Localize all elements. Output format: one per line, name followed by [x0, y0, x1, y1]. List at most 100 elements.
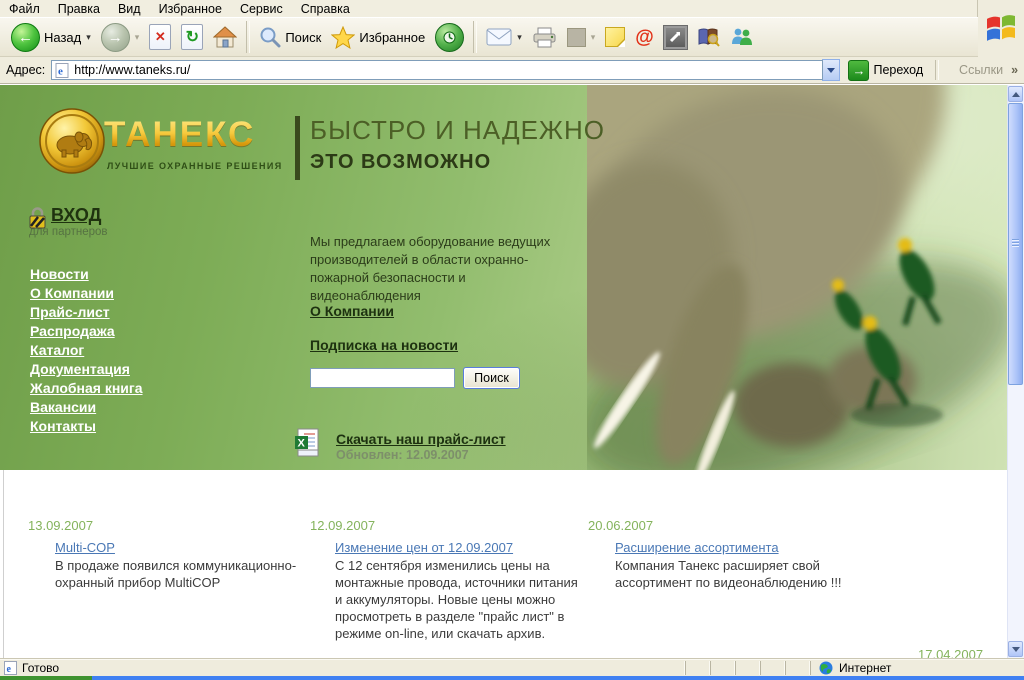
address-input[interactable]: e http://www.taneks.ru/	[51, 60, 823, 80]
print-button[interactable]	[527, 25, 562, 50]
svg-text:e: e	[58, 65, 63, 77]
history-button[interactable]	[430, 21, 469, 54]
edit-icon	[567, 28, 586, 47]
messenger-button[interactable]	[725, 25, 758, 49]
news-link-price-change[interactable]: Изменение цен от 12.09.2007	[335, 540, 513, 555]
scroll-down-button[interactable]	[1008, 641, 1023, 657]
at-sign-icon: @	[635, 28, 654, 47]
mail-icon	[486, 28, 512, 46]
nav-sale[interactable]: Распродажа	[30, 323, 143, 342]
ie-document-icon: e	[4, 661, 17, 675]
links-chevron-icon[interactable]: »	[1011, 63, 1018, 77]
printer-icon	[532, 27, 557, 48]
menu-help[interactable]: Справка	[292, 2, 359, 16]
news-link-assortment[interactable]: Расширение ассортимента	[615, 540, 779, 555]
status-cell	[710, 661, 735, 675]
news-link-multicop[interactable]: Multi-COP	[55, 540, 115, 555]
partner-login[interactable]: ВХОД для партнеров	[29, 205, 108, 238]
links-label[interactable]: Ссылки	[959, 63, 1003, 77]
home-button[interactable]	[208, 24, 242, 50]
status-zone-label: Интернет	[839, 661, 891, 675]
search-button[interactable]: Поиск	[254, 24, 326, 50]
nav-vacancies[interactable]: Вакансии	[30, 399, 143, 418]
nav-complaints[interactable]: Жалобная книга	[30, 380, 143, 399]
news-date: 12.09.2007	[310, 518, 375, 533]
book-magnifier-icon	[697, 27, 720, 47]
padlock-icon	[29, 207, 46, 230]
forward-button[interactable]: → ▾	[96, 21, 145, 54]
taskbar-edge-green	[0, 676, 92, 680]
status-bar: e Готово Интернет	[0, 658, 1024, 677]
login-link[interactable]: ВХОД	[51, 205, 101, 225]
notes-button[interactable]	[600, 25, 630, 49]
news-text: В продаже появился коммуникационно-охран…	[55, 557, 307, 591]
logo-title[interactable]: ТАНЕКС	[104, 115, 255, 155]
mailru-agent-button[interactable]: @	[630, 26, 659, 49]
address-url: http://www.taneks.ru/	[74, 63, 190, 77]
status-ready-label: Готово	[22, 661, 59, 675]
go-arrow-icon: →	[848, 60, 869, 81]
nav-about[interactable]: О Компании	[30, 285, 143, 304]
site-logo[interactable]	[38, 107, 106, 180]
svg-text:X: X	[298, 438, 306, 450]
status-left: e Готово	[0, 661, 685, 675]
nav-docs[interactable]: Документация	[30, 361, 143, 380]
status-cell	[760, 661, 785, 675]
stop-button[interactable]: ✕	[144, 22, 176, 52]
menu-tools[interactable]: Сервис	[231, 2, 292, 16]
site-search-button[interactable]: Поиск	[463, 367, 520, 389]
nav-news[interactable]: Новости	[30, 266, 143, 285]
excel-file-icon[interactable]: X	[294, 428, 320, 458]
menu-view[interactable]: Вид	[109, 2, 150, 16]
nav-pricelist[interactable]: Прайс-лист	[30, 304, 143, 323]
favorites-label: Избранное	[359, 30, 425, 45]
subscribe-news-link[interactable]: Подписка на новости	[310, 337, 458, 353]
status-zone: Интернет	[810, 661, 1024, 675]
news-text: С 12 сентября изменились цены на монтажн…	[335, 557, 587, 642]
antivirus-button[interactable]	[659, 24, 692, 51]
menu-bar: Файл Правка Вид Избранное Сервис Справка	[0, 0, 978, 18]
pricelist-updated-label: Обновлен: 12.09.2007	[336, 448, 469, 462]
address-bar: Адрес: e http://www.taneks.ru/ → Переход…	[0, 57, 1024, 84]
vertical-scrollbar[interactable]	[1007, 85, 1024, 658]
news-date: 20.06.2007	[588, 518, 653, 533]
back-button[interactable]: ← Назад ▾	[6, 21, 96, 54]
windows-logo-icon	[986, 13, 1016, 45]
hero-subtitle: ЭТО ВОЗМОЖНО	[310, 151, 491, 174]
site-search-input[interactable]	[310, 368, 455, 388]
hero-paragraph: Мы предлагаем оборудование ведущих произ…	[310, 233, 555, 305]
back-icon: ←	[11, 23, 40, 52]
messenger-people-icon	[730, 27, 753, 47]
internet-globe-icon	[819, 661, 833, 675]
back-label: Назад	[44, 30, 81, 45]
scroll-up-button[interactable]	[1008, 86, 1023, 102]
dictionary-button[interactable]	[692, 25, 725, 49]
sticky-note-icon	[605, 27, 625, 47]
download-pricelist-link[interactable]: Скачать наш прайс-лист	[336, 431, 506, 447]
stop-icon: ✕	[149, 24, 171, 50]
taskbar-edge	[0, 676, 1024, 680]
mail-dropdown-icon[interactable]: ▾	[517, 32, 522, 43]
menu-file[interactable]: Файл	[0, 2, 49, 16]
scroll-thumb[interactable]	[1008, 103, 1023, 385]
refresh-button[interactable]: ↻	[176, 22, 208, 52]
forward-icon: →	[101, 23, 130, 52]
about-company-link[interactable]: О Компании	[310, 303, 394, 319]
favorites-star-icon	[331, 26, 355, 49]
forward-dropdown-icon: ▾	[135, 32, 140, 43]
address-dropdown[interactable]	[822, 59, 840, 81]
sidebar-nav: Новости О Компании Прайс-лист Распродажа…	[30, 266, 143, 437]
search-icon	[259, 26, 281, 48]
nav-catalog[interactable]: Каталог	[30, 342, 143, 361]
hero-title: БЫСТРО И НАДЕЖНО	[310, 115, 605, 146]
edit-button[interactable]: ▾	[562, 26, 601, 49]
news-section: 13.09.2007 Multi-COP В продаже появился …	[0, 470, 1007, 658]
nav-contacts[interactable]: Контакты	[30, 418, 143, 437]
go-button[interactable]: → Переход	[848, 60, 923, 81]
mail-button[interactable]: ▾	[481, 26, 527, 48]
menu-edit[interactable]: Правка	[49, 2, 109, 16]
search-label: Поиск	[285, 30, 321, 45]
back-dropdown-icon[interactable]: ▾	[86, 32, 91, 43]
menu-favorites[interactable]: Избранное	[150, 2, 231, 16]
favorites-button[interactable]: Избранное	[326, 24, 430, 51]
